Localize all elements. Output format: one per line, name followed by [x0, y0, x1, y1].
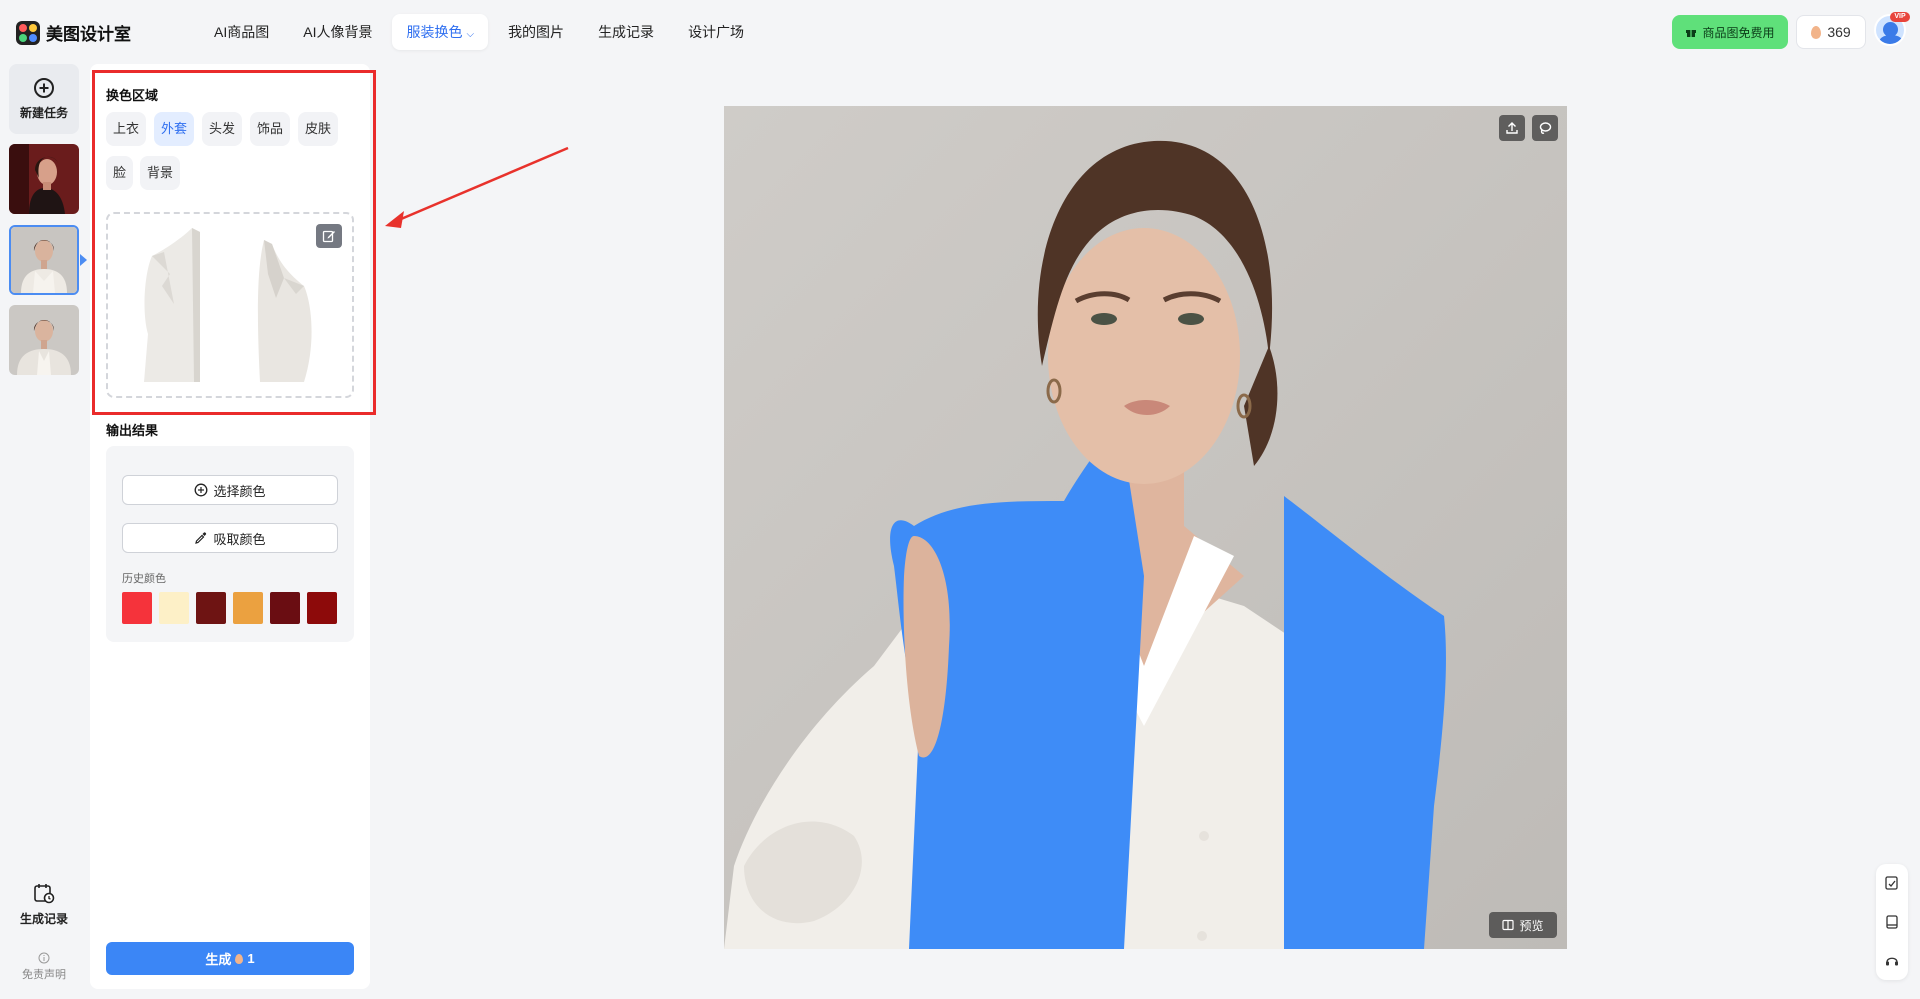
task-thumbnail[interactable]	[9, 305, 79, 375]
history-color-swatch[interactable]	[233, 592, 263, 624]
eyedropper-icon	[195, 532, 207, 544]
nav-history[interactable]: 生成记录	[584, 14, 668, 50]
choose-color-label: 选择颜色	[213, 483, 266, 499]
disclaimer-label: 免责声明	[22, 969, 66, 981]
lasso-icon[interactable]	[1532, 115, 1558, 141]
egg-coin-icon	[1811, 25, 1822, 39]
feedback-edit-icon[interactable]	[1884, 875, 1900, 891]
history-color-swatch[interactable]	[122, 592, 152, 624]
new-task-label: 新建任务	[19, 105, 68, 120]
nav-ai-product[interactable]: AI商品图	[200, 14, 283, 50]
nav-design-plaza[interactable]: 设计广场	[674, 14, 758, 50]
pick-color-button[interactable]: 吸取颜色	[122, 523, 338, 553]
annotation-highlight-box	[92, 70, 376, 415]
egg-coin-icon	[235, 953, 244, 964]
plus-circle-icon	[195, 483, 208, 497]
info-icon	[38, 952, 50, 964]
disclaimer-link[interactable]: 免责声明	[9, 952, 79, 982]
history-button[interactable]: 生成记录	[9, 882, 79, 927]
free-product-image-label: 商品图免费用	[1702, 25, 1775, 40]
right-tool-rail	[1876, 864, 1908, 980]
output-section-title: 输出结果	[106, 423, 159, 438]
task-thumbnail-selected[interactable]	[9, 225, 79, 295]
vip-badge: VIP	[1890, 12, 1910, 22]
preview-button[interactable]: 预览	[1489, 912, 1557, 938]
preview-label: 预览	[1519, 918, 1544, 933]
nav-my-images[interactable]: 我的图片	[494, 14, 578, 50]
top-bar: 美图设计室 AI商品图 AI人像背景 服装换色 ⌵ 我的图片 生成记录 设计广场 …	[0, 0, 1920, 64]
portrait-thumbnail-icon	[9, 144, 79, 214]
selected-pointer	[80, 254, 87, 266]
main-nav: AI商品图 AI人像背景 服装换色 ⌵ 我的图片 生成记录 设计广场	[200, 14, 758, 50]
gift-icon	[1686, 29, 1697, 37]
credits-count: 369	[1827, 24, 1851, 40]
pick-color-label: 吸取颜色	[213, 531, 266, 547]
headset-icon[interactable]	[1884, 953, 1900, 969]
new-task-button[interactable]: 新建任务	[9, 64, 79, 134]
chevron-down-icon: ⌵	[466, 29, 475, 40]
image-canvas[interactable]	[724, 106, 1567, 949]
choose-color-button[interactable]: 选择颜色	[122, 475, 338, 505]
model-photo	[724, 106, 1567, 949]
credits-balance[interactable]: 369	[1796, 15, 1866, 49]
portrait-thumbnail-icon	[9, 305, 79, 375]
history-color-swatch[interactable]	[270, 592, 300, 624]
history-color-swatch[interactable]	[196, 592, 226, 624]
logo-icon	[16, 20, 40, 45]
generate-cost: 1	[247, 951, 255, 966]
generate-label: 生成	[205, 952, 232, 967]
nav-clothing-recolor[interactable]: 服装换色 ⌵	[392, 14, 489, 50]
book-icon[interactable]	[1884, 914, 1900, 930]
history-color-swatch[interactable]	[159, 592, 189, 624]
history-colors-label: 历史颜色	[122, 573, 166, 585]
history-color-swatch[interactable]	[307, 592, 337, 624]
nav-ai-portrait-bg[interactable]: AI人像背景	[289, 14, 386, 50]
free-product-image-button[interactable]: 商品图免费用	[1672, 15, 1788, 49]
app-name: 美图设计室	[46, 25, 131, 44]
generate-button[interactable]: 生成 1	[106, 942, 354, 975]
history-label: 生成记录	[19, 912, 68, 926]
upload-icon[interactable]	[1499, 115, 1525, 141]
split-view-icon	[1502, 919, 1515, 931]
plus-circle-icon	[34, 77, 54, 98]
task-thumbnail[interactable]	[9, 144, 79, 214]
portrait-thumbnail-icon	[11, 227, 77, 293]
app-logo[interactable]: 美图设计室	[16, 20, 131, 45]
calendar-clock-icon	[34, 884, 55, 904]
